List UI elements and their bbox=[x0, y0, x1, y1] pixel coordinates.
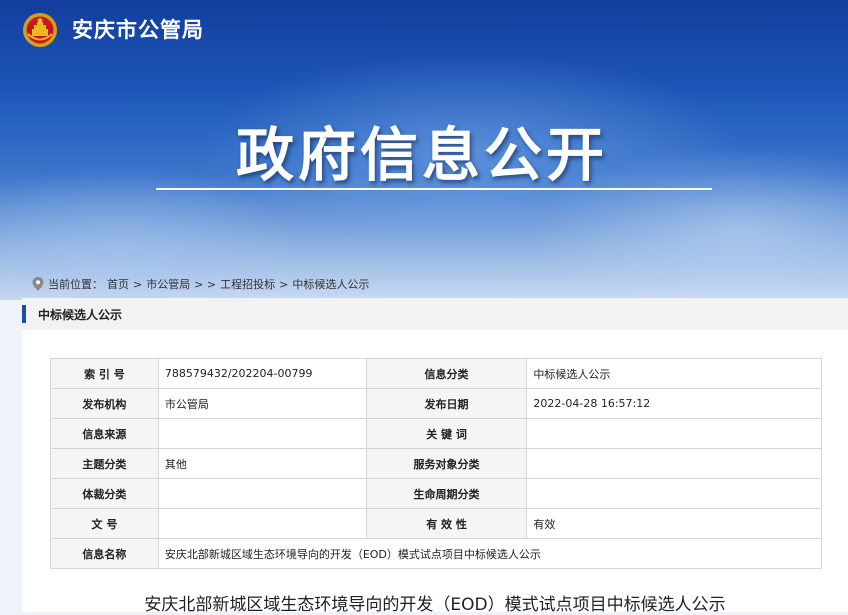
document-title: 安庆北部新城区域生态环境导向的开发（EOD）模式试点项目中标候选人公示 bbox=[144, 595, 726, 615]
table-row: 文 号 有 效 性 有效 bbox=[50, 508, 822, 539]
lifecycle-category-value bbox=[526, 478, 822, 509]
info-category-value: 中标候选人公示 bbox=[526, 358, 822, 389]
info-source-value bbox=[157, 418, 367, 449]
hero-title: 政府信息公开 bbox=[236, 121, 609, 189]
breadcrumb-prefix: 当前位置： bbox=[48, 278, 103, 291]
validity-value: 有效 bbox=[526, 508, 822, 539]
table-row: 主题分类 其他 服务对象分类 bbox=[50, 448, 822, 479]
table-row: 信息来源 关 键 词 bbox=[50, 418, 822, 449]
header-banner: 安庆市公管局 政府信息公开 当前位置： 首页 > 市公管局 > > 工程招投标 … bbox=[0, 0, 848, 300]
breadcrumb-current[interactable]: 中标候选人公示 bbox=[292, 276, 369, 292]
panel-header: 中标候选人公示 bbox=[22, 298, 848, 330]
table-row: 信息名称 安庆北部新城区域生态环境导向的开发（EOD）模式试点项目中标候选人公示 bbox=[50, 538, 823, 569]
breadcrumb-separator: > > bbox=[194, 277, 217, 291]
breadcrumb-category[interactable]: 工程招投标 bbox=[220, 276, 275, 292]
genre-category-label: 体裁分类 bbox=[50, 478, 159, 509]
topic-category-value: 其他 bbox=[157, 448, 367, 479]
index-number-label: 索 引 号 bbox=[50, 358, 159, 389]
document-number-label: 文 号 bbox=[50, 508, 159, 539]
audience-category-value bbox=[526, 448, 822, 479]
breadcrumb-separator: > bbox=[279, 277, 289, 291]
publish-date-label: 发布日期 bbox=[365, 388, 528, 419]
info-category-label: 信息分类 bbox=[365, 358, 528, 389]
genre-category-value bbox=[157, 478, 367, 509]
publish-date-value: 2022-04-28 16:57:12 bbox=[526, 388, 822, 419]
breadcrumb-home[interactable]: 首页 bbox=[107, 276, 129, 292]
keywords-value bbox=[526, 418, 822, 449]
panel-title: 中标候选人公示 bbox=[38, 308, 123, 322]
info-name-label: 信息名称 bbox=[50, 538, 159, 569]
breadcrumb: 当前位置： 首页 > 市公管局 > > 工程招投标 > 中标候选人公示 bbox=[32, 276, 373, 292]
content-panel: 中标候选人公示 索 引 号 788579432/202204-00799 信息分… bbox=[22, 298, 848, 615]
table-row: 发布机构 市公管局 发布日期 2022-04-28 16:57:12 bbox=[50, 388, 822, 419]
publisher-label: 发布机构 bbox=[50, 388, 159, 419]
location-pin-icon bbox=[32, 277, 44, 291]
lifecycle-category-label: 生命周期分类 bbox=[365, 478, 528, 509]
hero-divider bbox=[156, 188, 712, 190]
table-row: 体裁分类 生命周期分类 bbox=[50, 478, 822, 509]
info-source-label: 信息来源 bbox=[50, 418, 159, 449]
panel-accent-bar bbox=[22, 305, 26, 323]
audience-category-label: 服务对象分类 bbox=[365, 448, 528, 479]
topic-category-label: 主题分类 bbox=[50, 448, 159, 479]
keywords-label: 关 键 词 bbox=[365, 418, 528, 449]
info-name-value: 安庆北部新城区域生态环境导向的开发（EOD）模式试点项目中标候选人公示 bbox=[157, 538, 823, 569]
info-table: 索 引 号 788579432/202204-00799 信息分类 中标候选人公… bbox=[50, 358, 823, 569]
breadcrumb-separator: > bbox=[133, 277, 143, 291]
national-emblem-icon[interactable] bbox=[22, 12, 58, 48]
breadcrumb-dept[interactable]: 市公管局 bbox=[146, 276, 190, 292]
index-number-value: 788579432/202204-00799 bbox=[157, 358, 367, 389]
validity-label: 有 效 性 bbox=[365, 508, 528, 539]
site-title[interactable]: 安庆市公管局 bbox=[72, 14, 204, 44]
document-number-value bbox=[157, 508, 367, 539]
publisher-value: 市公管局 bbox=[157, 388, 367, 419]
table-row: 索 引 号 788579432/202204-00799 信息分类 中标候选人公… bbox=[50, 358, 822, 389]
